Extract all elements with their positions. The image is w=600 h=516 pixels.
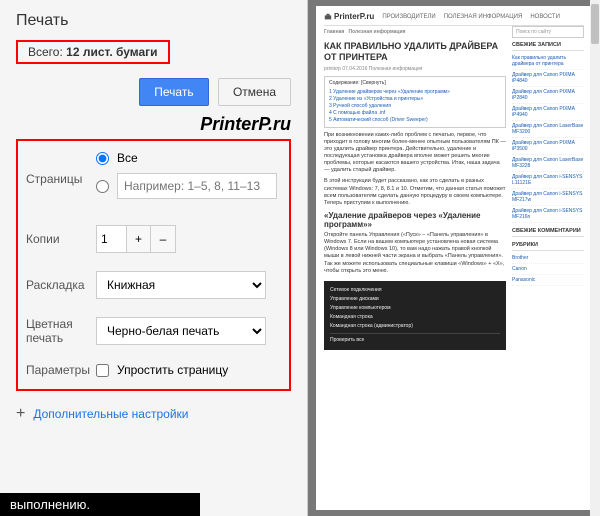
sidebar-item: Драйвер для Canon i-SENSYS L11121E [512,172,584,189]
pages-range-input[interactable] [117,173,277,199]
color-select[interactable]: Черно-белая печать [96,317,266,345]
toc-box: Содержание: [Свернуть] 1 Удаление драйве… [324,76,506,128]
print-preview: PrinterP.ru ПРОИЗВОДИТЕЛИ ПОЛЕЗНАЯ ИНФОР… [308,0,600,516]
copies-minus[interactable]: – [151,226,175,252]
sidebar-item: Драйвер для Canon PIXMA iP4940 [512,104,584,121]
breadcrumb: Главная Полезная информация [324,26,506,38]
print-button[interactable]: Печать [139,78,208,106]
article-paragraph: При возникновении каких-либо проблем с п… [324,132,506,175]
total-sheets: Всего: 12 лист. бумаги [24,43,162,61]
sidebar-item: Драйвер для Canon PIXMA iP3500 [512,138,584,155]
page-header: PrinterP.ru ПРОИЗВОДИТЕЛИ ПОЛЕЗНАЯ ИНФОР… [324,12,584,26]
sidebar-heading: РУБРИКИ [512,242,584,251]
sidebar-item: Brother [512,253,584,264]
pages-label: Страницы [26,172,96,186]
sidebar-item: Panasonic [512,275,584,286]
sidebar-item: Драйвер для Canon PIXMA iP2840 [512,87,584,104]
toc-item: 3 Ручной способ удаления [329,103,501,110]
footer-text: выполнению. [0,493,200,516]
sidebar-item: Драйвер для Canon i-SENSYS MF217w [512,189,584,206]
pages-range-radio[interactable] [96,180,109,193]
controls-highlight: Страницы Все Копии [16,139,291,391]
sidebar-item: Как правильно удалить драйвера от принте… [512,53,584,70]
more-settings-link[interactable]: + Дополнительные настройки [16,405,291,423]
toc-item: 5 Автоматический способ (Driver Sweeper) [329,117,501,124]
copies-plus[interactable]: + [127,226,151,252]
cancel-button[interactable]: Отмена [218,78,291,106]
copies-stepper: + – [96,225,176,253]
sidebar-heading: СВЕЖИЕ ЗАПИСИ [512,42,584,51]
simplify-label: Упростить страницу [117,363,228,377]
watermark: PrinterP.ru [16,114,291,135]
search-box: Поиск по сайту [512,26,584,38]
pages-all-radio[interactable] [96,152,109,165]
article-meta: printerp 07.04.2016 Полезная информация [324,66,506,72]
article-title: КАК ПРАВИЛЬНО УДАЛИТЬ ДРАЙВЕРА ОТ ПРИНТЕ… [324,41,506,63]
preview-sidebar: Поиск по сайту СВЕЖИЕ ЗАПИСИ Как правиль… [512,26,584,504]
total-sheets-highlight: Всего: 12 лист. бумаги [16,40,170,64]
nav-item: НОВОСТИ [530,14,560,20]
dialog-title: Печать [16,12,291,30]
article-paragraph: В этой инструкции будет рассказано, как … [324,178,506,207]
context-menu-screenshot: Сетевое подключения Управление дисками У… [324,281,506,350]
plus-icon: + [16,405,25,423]
copies-label: Копии [26,232,96,246]
layout-label: Раскладка [26,278,96,292]
copies-input[interactable] [97,226,127,252]
article-main: Главная Полезная информация КАК ПРАВИЛЬН… [324,26,506,504]
dialog-buttons: Печать Отмена [16,78,291,106]
sidebar-item: Canon [512,264,584,275]
toc-item: 2 Удаление из «Устройства и принтеры» [329,96,501,103]
params-label: Параметры [26,363,96,377]
print-settings-panel: Печать Всего: 12 лист. бумаги Печать Отм… [0,0,308,516]
sidebar-item: Драйвер для Canon PIXMA iP4840 [512,70,584,87]
article-heading: «Удаление драйверов через «Удаление прог… [324,211,506,229]
preview-page: PrinterP.ru ПРОИЗВОДИТЕЛИ ПОЛЕЗНАЯ ИНФОР… [316,6,592,510]
sidebar-item: Драйвер для Canon LaserBase MF3200 [512,121,584,138]
simplify-checkbox[interactable] [96,364,109,377]
preview-scrollbar[interactable] [590,0,600,516]
printer-icon [324,13,332,21]
nav-item: ПРОИЗВОДИТЕЛИ [382,14,435,20]
nav-item: ПОЛЕЗНАЯ ИНФОРМАЦИЯ [444,14,523,20]
sidebar-item: Драйвер для Canon LaserBase MF3228 [512,155,584,172]
article-paragraph: Откройте панель Управления («Пуск» – «Па… [324,232,506,275]
color-label: Цветная печать [26,317,96,345]
toc-item: 1 Удаление драйверов через «Удаление про… [329,89,501,96]
site-logo: PrinterP.ru [324,12,374,21]
sidebar-item: Драйвер для Canon i-SENSYS MF216n [512,206,584,223]
toc-item: 4 С помощью файла .inf [329,110,501,117]
sidebar-heading: СВЕЖИЕ КОММЕНТАРИИ [512,228,584,237]
scrollbar-thumb[interactable] [591,4,599,44]
pages-all-label: Все [117,151,138,165]
layout-select[interactable]: Книжная [96,271,266,299]
